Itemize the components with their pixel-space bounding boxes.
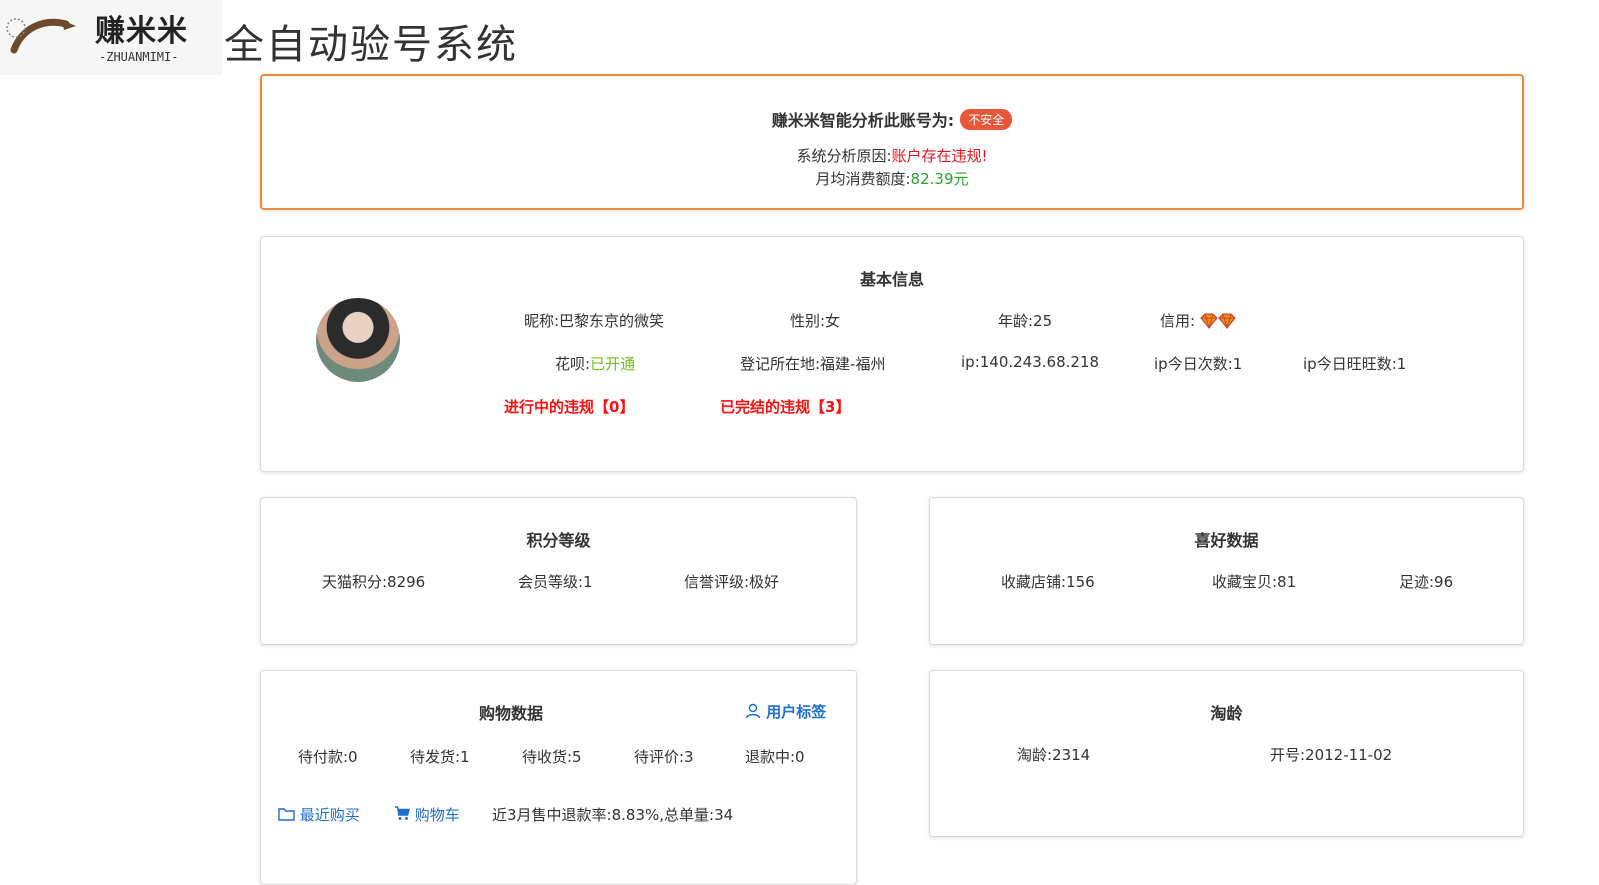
logo: 赚米米 -ZHUANMIMI- [0, 0, 222, 75]
shopping-title: 购物数据 [478, 704, 543, 723]
alert-monthly-row: 月均消费额度:82.39元 [262, 168, 1522, 189]
member-level: 会员等级:1 [518, 573, 593, 591]
logo-text: 赚米米 [95, 14, 188, 49]
analysis-alert-card: 赚米米智能分析此账号为: 不安全 系统分析原因:账户存在违规! 月均消费额度:82… [260, 74, 1524, 210]
reason-value: 账户存在违规! [891, 147, 988, 165]
alert-heading: 赚米米智能分析此账号为: [771, 111, 955, 130]
avatar [316, 298, 400, 382]
recent-purchases-label: 最近购买 [299, 806, 360, 824]
pending-payment: 待付款:0 [298, 748, 358, 766]
ip-wangwang-count: ip今日旺旺数:1 [1303, 355, 1407, 373]
footprint: 足迹:96 [1399, 573, 1454, 591]
cart-icon [395, 806, 410, 820]
huabei: 花呗:已开通 [555, 353, 635, 374]
fav-shops: 收藏店铺:156 [1001, 573, 1095, 591]
ip-address: ip:140.243.68.218 [961, 353, 1100, 371]
page-title: 全自动验号系统 [224, 22, 518, 68]
pending-review: 待评价:3 [634, 748, 694, 766]
violations-done-link[interactable]: 已完结的违规【3】 [720, 396, 850, 417]
tmall-points: 天猫积分:8296 [322, 573, 426, 591]
violations-ongoing-link[interactable]: 进行中的违规【0】 [504, 396, 634, 417]
user-icon [745, 703, 761, 719]
diamond-icon [1218, 313, 1236, 330]
refunding: 退款中:0 [745, 748, 805, 766]
points-title: 积分等级 [526, 531, 591, 550]
location: 登记所在地:福建-福州 [740, 355, 886, 373]
huabei-label: 花呗: [555, 355, 591, 373]
open-date: 开号:2012-11-02 [1270, 746, 1393, 764]
status-badge: 不安全 [960, 109, 1013, 130]
cart-label: 购物车 [414, 806, 460, 824]
cart-link[interactable]: 购物车 [394, 804, 460, 825]
credit: 信用: [1160, 310, 1236, 331]
refund-rate: 近3月售中退款率:8.83%,总单量:34 [492, 806, 734, 824]
ip-today-count: ip今日次数:1 [1154, 355, 1243, 373]
recent-purchases-link[interactable]: 最近购买 [278, 804, 360, 825]
nickname: 昵称:巴黎东京的微笑 [524, 312, 665, 330]
pending-shipment: 待发货:1 [410, 748, 470, 766]
preferences-title: 喜好数据 [1194, 531, 1259, 550]
alert-reason-row: 系统分析原因:账户存在违规! [262, 145, 1522, 166]
folder-icon [278, 808, 295, 821]
alert-heading-row: 赚米米智能分析此账号为: 不安全 [262, 107, 1522, 131]
account-age-title: 淘龄 [1210, 704, 1243, 723]
user-tags-link[interactable]: 用户标签 [745, 701, 826, 722]
huabei-value: 已开通 [590, 355, 636, 373]
gender: 性别:女 [790, 312, 841, 330]
diamond-icon [1200, 313, 1218, 330]
monthly-label: 月均消费额度: [815, 170, 911, 188]
credit-rating: 信誉评级:极好 [684, 573, 780, 591]
logo-subtext: -ZHUANMIMI- [99, 50, 179, 64]
monthly-value: 82.39元 [910, 170, 969, 188]
basic-info-title: 基本信息 [859, 270, 924, 289]
age: 年龄:25 [998, 312, 1053, 330]
fav-items: 收藏宝贝:81 [1212, 573, 1297, 591]
reason-label: 系统分析原因: [796, 147, 892, 165]
logo-ring-icon [6, 18, 76, 54]
user-tags-label: 用户标签 [766, 703, 827, 721]
taoling-days: 淘龄:2314 [1017, 746, 1091, 764]
pending-receipt: 待收货:5 [522, 748, 582, 766]
credit-label: 信用: [1160, 312, 1196, 330]
